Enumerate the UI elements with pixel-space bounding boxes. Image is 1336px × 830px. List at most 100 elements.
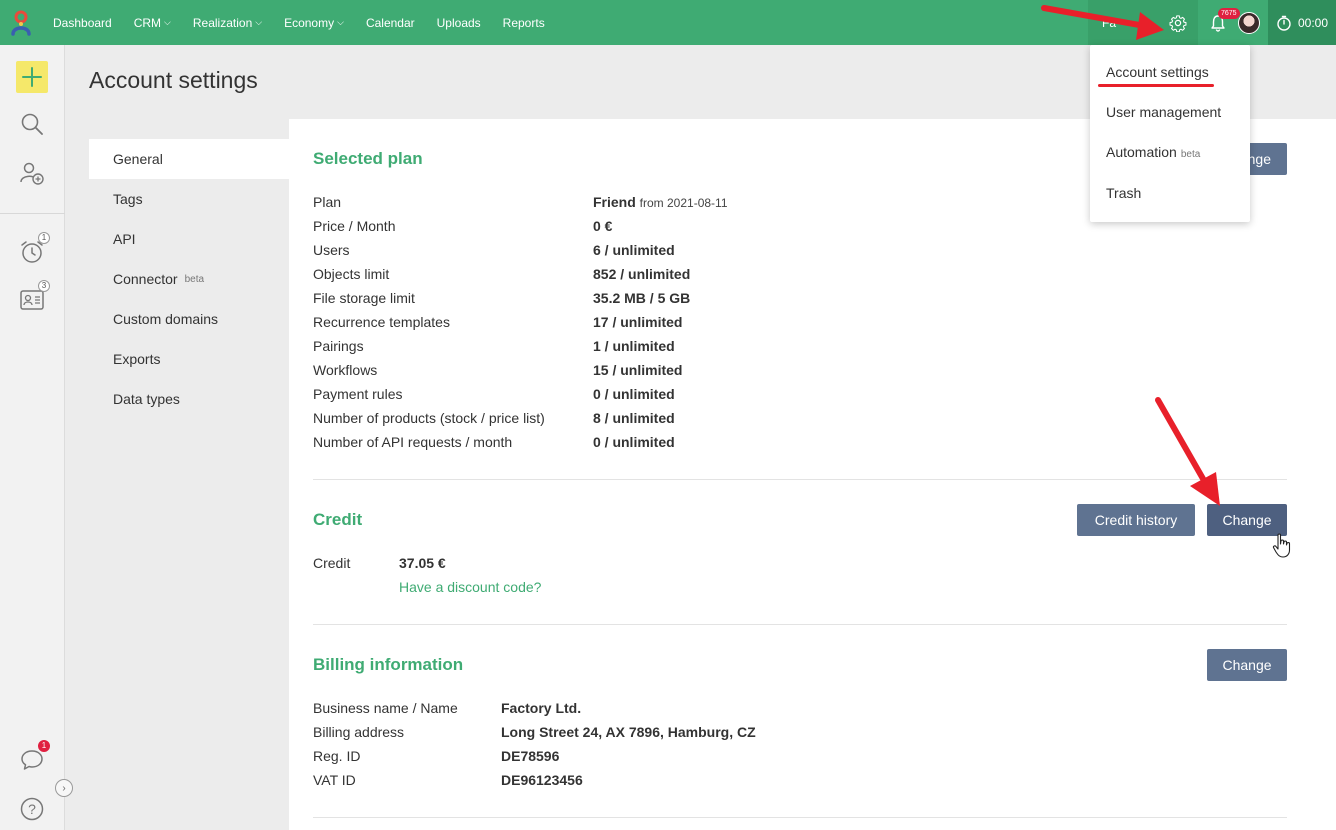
subnav-item-data-types[interactable]: Data types <box>89 379 289 419</box>
menu-item-trash[interactable]: Trash <box>1106 185 1141 201</box>
beta-tag: beta <box>184 273 205 285</box>
plan-row-value: 35.2 MB / 5 GB <box>593 290 690 306</box>
subnav-item-custom-domains[interactable]: Custom domains <box>89 299 289 339</box>
discount-code-link[interactable]: Have a discount code? <box>399 579 541 595</box>
plan-row-value-text: 8 / unlimited <box>593 410 675 426</box>
plan-row-value-text: 0 € <box>593 218 613 234</box>
subnav-item-general[interactable]: General <box>89 139 289 179</box>
user-avatar[interactable] <box>1238 11 1260 34</box>
billing-title: Billing information <box>313 655 464 674</box>
menu-item-label: Trash <box>1106 185 1142 201</box>
plan-row-label: Users <box>313 242 350 258</box>
billing-change-button[interactable]: Change <box>1207 649 1287 681</box>
subnav-label: General <box>113 151 163 167</box>
subnav-label: Connector <box>113 271 178 287</box>
plan-row-value-text: 35.2 MB / 5 GB <box>593 290 691 306</box>
nav-item-label: Dashboard <box>53 15 112 30</box>
nav-item-crm[interactable]: CRM ⌵ <box>123 0 182 45</box>
search-icon <box>21 113 43 135</box>
add-contact-button[interactable] <box>16 157 48 189</box>
menu-item-label: Account settings <box>1106 64 1209 80</box>
svg-text:?: ? <box>28 801 36 817</box>
plan-row-label: Payment rules <box>313 386 403 402</box>
stopwatch-icon <box>1277 15 1291 31</box>
chevron-down-icon: ⌵ <box>164 17 171 27</box>
plan-row-value-text: 6 / unlimited <box>593 242 675 258</box>
plan-row-value-text: 17 / unlimited <box>593 314 683 330</box>
nav-item-economy[interactable]: Economy ⌵ <box>273 0 355 45</box>
subnav-item-api[interactable]: API <box>89 219 289 259</box>
plan-row-value: 8 / unlimited <box>593 410 675 426</box>
app-logo[interactable] <box>0 0 42 45</box>
tasks-badge: 3 <box>38 280 50 292</box>
billing-row-label: VAT ID <box>313 772 356 788</box>
chat-badge: 1 <box>38 740 50 752</box>
credit-history-button[interactable]: Credit history <box>1077 504 1195 536</box>
settings-button[interactable] <box>1158 0 1198 45</box>
billing-row-value: Long Street 24, AX 7896, Hamburg, CZ <box>501 724 756 740</box>
nav-item-realization[interactable]: Realization ⌵ <box>182 0 273 45</box>
nav-item-label: Uploads <box>436 15 481 30</box>
plan-row-label: Plan <box>313 194 342 210</box>
reminders-badge: 1 <box>38 232 50 244</box>
subnav-label: Data types <box>113 391 180 407</box>
billing-row-value: DE96123456 <box>501 772 583 788</box>
reminders-button[interactable]: 1 <box>16 232 50 268</box>
subnav-item-connector[interactable]: Connector beta <box>89 259 289 299</box>
plan-row-value-text: 15 / unlimited <box>593 362 683 378</box>
menu-item-account-settings[interactable]: Account settings <box>1106 64 1209 80</box>
partial-menu-item[interactable]: Fa <box>1088 0 1158 45</box>
plan-row-value-text: 0 / unlimited <box>593 434 675 450</box>
plan-row-value: 0 / unlimited <box>593 386 675 402</box>
section-divider <box>313 624 1287 625</box>
nav-item-uploads[interactable]: Uploads <box>426 0 492 45</box>
credit-history-label: Credit history <box>1094 512 1178 528</box>
selected-plan-title: Selected plan <box>313 149 423 168</box>
logo-icon <box>11 10 31 36</box>
beta-tag: beta <box>1180 149 1201 160</box>
billing-row-value: Factory Ltd. <box>501 700 582 716</box>
billing-row-label: Billing address <box>313 724 405 740</box>
rail-divider <box>0 213 65 214</box>
partial-menu-label: Fa <box>1102 15 1117 30</box>
tasks-button[interactable]: 3 <box>16 280 50 316</box>
timer-value: 00:00 <box>1298 15 1329 30</box>
plan-row-value-text: 1 / unlimited <box>593 338 675 354</box>
annotation-underline <box>1098 84 1214 87</box>
plan-start-date: from 2021-08-11 <box>639 196 728 210</box>
plan-row-value: 17 / unlimited <box>593 314 682 330</box>
nav-item-dashboard[interactable]: Dashboard <box>42 0 123 45</box>
credit-change-label: Change <box>1222 512 1272 528</box>
menu-item-user-management[interactable]: User management <box>1106 104 1221 120</box>
top-right-controls: Fa 7675 00:00 <box>1088 0 1336 45</box>
settings-subnav: General Tags API Connector beta Custom do… <box>89 139 289 419</box>
subnav-item-tags[interactable]: Tags <box>89 179 289 219</box>
search-button[interactable] <box>16 108 48 140</box>
chat-button[interactable]: 1 <box>16 740 50 776</box>
menu-item-automation[interactable]: Automation beta <box>1106 144 1200 160</box>
plan-row-label: Recurrence templates <box>313 314 450 330</box>
plan-row-value: 1 / unlimited <box>593 338 675 354</box>
subnav-label: Tags <box>113 191 143 207</box>
subnav-item-exports[interactable]: Exports <box>89 339 289 379</box>
add-button[interactable] <box>16 61 48 93</box>
expand-rail-button[interactable]: › <box>55 779 73 797</box>
billing-change-label: Change <box>1222 657 1272 673</box>
plan-row-value: Friend from 2021-08-11 <box>593 194 728 210</box>
subnav-label: Custom domains <box>113 311 219 327</box>
left-rail: 1 3 1 › ? <box>0 45 73 830</box>
nav-item-label: Realization <box>192 15 253 30</box>
nav-item-calendar[interactable]: Calendar <box>355 0 426 45</box>
help-button[interactable]: ? <box>16 793 48 825</box>
plan-row-value-text: 852 / unlimited <box>593 266 691 282</box>
plan-row-label: Price / Month <box>313 218 396 234</box>
notifications-button[interactable]: 7675 <box>1198 0 1240 45</box>
billing-row-value: DE78596 <box>501 748 560 764</box>
credit-change-button[interactable]: Change <box>1207 504 1287 536</box>
top-bar: Dashboard CRM ⌵ Realization ⌵ Economy ⌵ Calenda… <box>0 0 1336 45</box>
nav-item-reports[interactable]: Reports <box>492 0 556 45</box>
notification-badge: 7675 <box>1218 8 1240 19</box>
nav-item-label: CRM <box>133 15 162 30</box>
plan-row-label: Objects limit <box>313 266 390 282</box>
timer-button[interactable]: 00:00 <box>1268 0 1336 45</box>
